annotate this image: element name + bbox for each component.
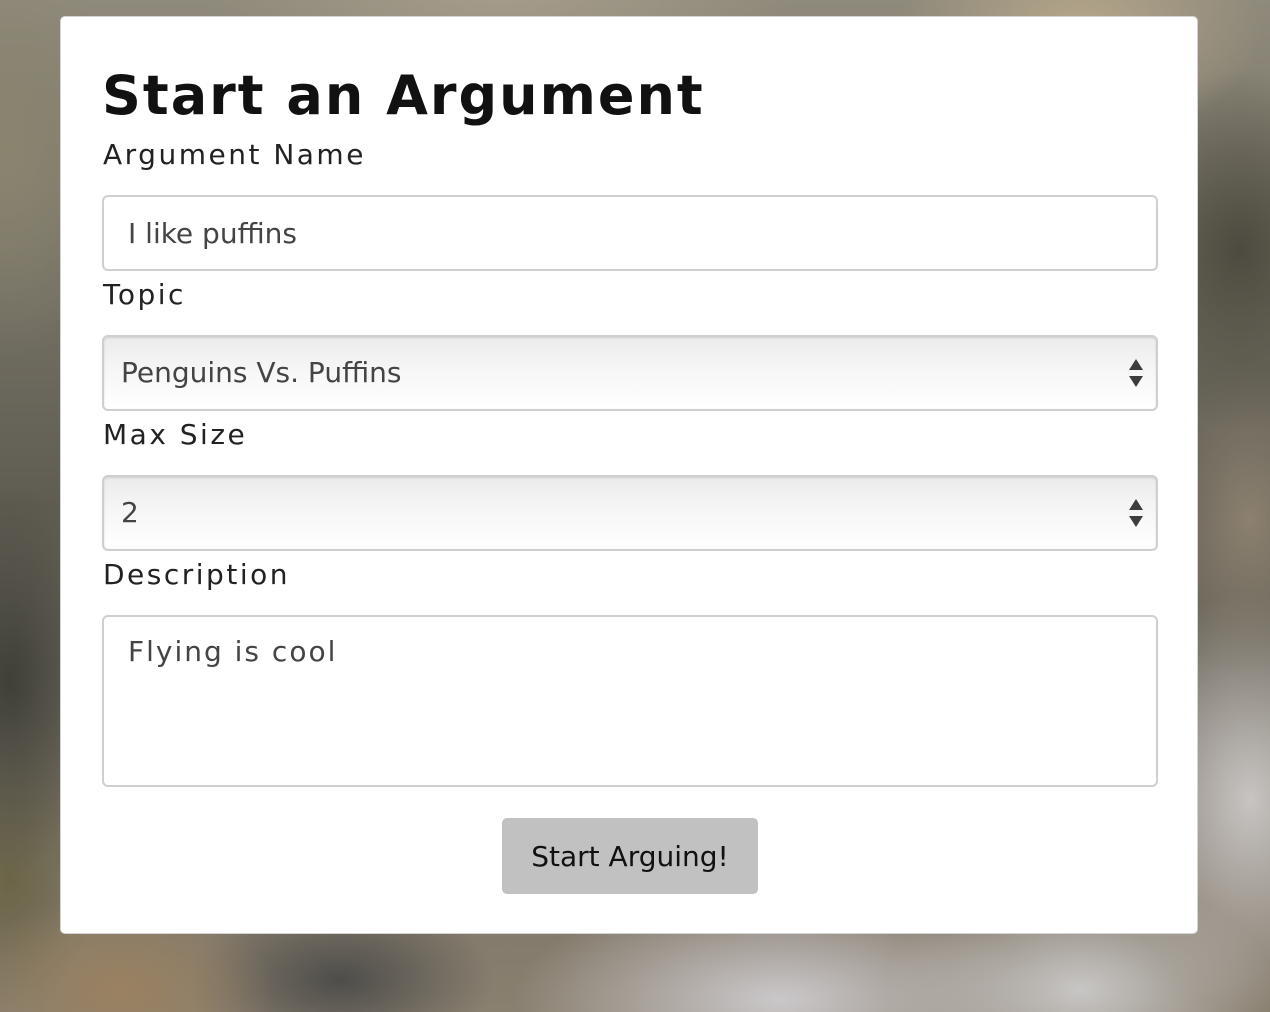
argument-name-label: Argument Name — [103, 138, 366, 171]
start-arguing-button[interactable]: Start Arguing! — [502, 818, 758, 894]
start-argument-form: Start an Argument Argument Name Topic Pe… — [60, 16, 1198, 934]
page-title: Start an Argument — [102, 64, 705, 127]
argument-name-input[interactable] — [102, 195, 1158, 271]
topic-select[interactable]: Penguins Vs. Puffins — [102, 335, 1158, 411]
max-size-select-value: 2 — [121, 496, 139, 529]
description-label: Description — [103, 558, 290, 591]
max-size-label: Max Size — [103, 418, 248, 451]
up-down-arrows-icon — [1129, 499, 1143, 527]
description-textarea[interactable]: Flying is cool — [102, 615, 1158, 787]
max-size-select[interactable]: 2 — [102, 475, 1158, 551]
up-down-arrows-icon — [1129, 359, 1143, 387]
topic-select-value: Penguins Vs. Puffins — [121, 356, 402, 389]
topic-label: Topic — [103, 278, 186, 311]
